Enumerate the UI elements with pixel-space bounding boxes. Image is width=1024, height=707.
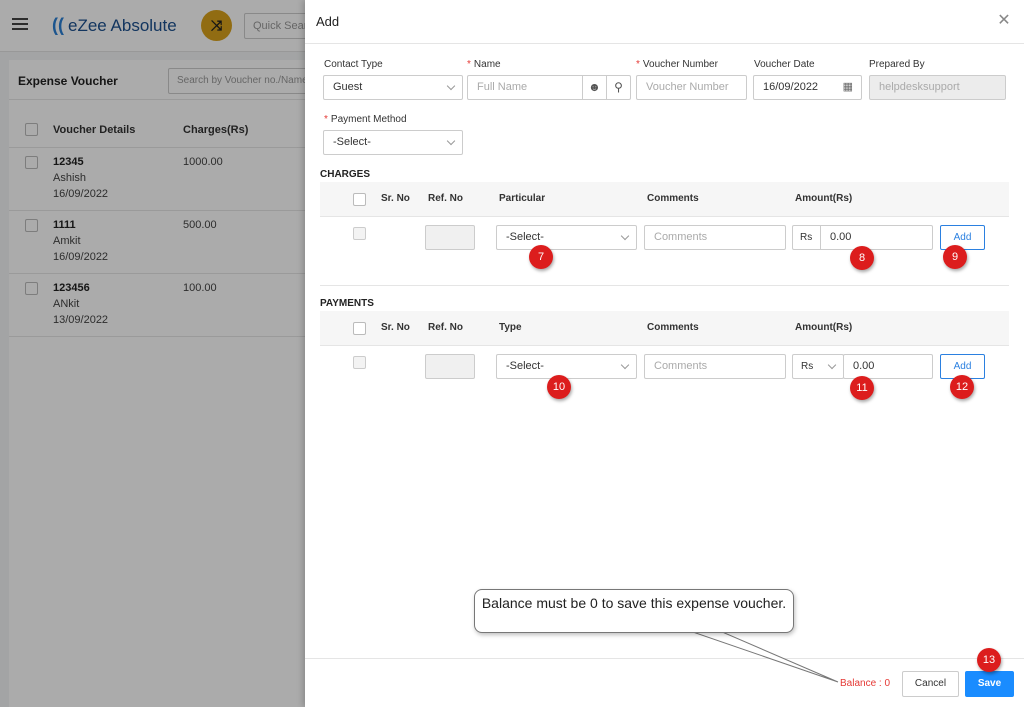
payments-select-all-checkbox[interactable] (353, 322, 366, 335)
charges-section-title: CHARGES (320, 169, 371, 180)
payment-row-checkbox[interactable] (353, 356, 366, 369)
balance-callout: Balance must be 0 to save this expense v… (474, 589, 794, 633)
voucher-number-input[interactable]: Voucher Number (636, 75, 747, 100)
voucher-number-label: * Voucher Number (636, 59, 718, 70)
column-header: Type (499, 322, 522, 333)
add-charge-button[interactable]: Add (940, 225, 985, 250)
charge-currency: Rs (792, 225, 821, 250)
charge-comments-input[interactable]: Comments (644, 225, 786, 250)
column-header: Sr. No (381, 193, 410, 204)
name-input[interactable]: Full Name ☻ ⚲ (467, 75, 631, 100)
user-icon[interactable]: ☻ (582, 76, 606, 99)
calendar-icon[interactable]: ▦ (843, 76, 853, 99)
payment-type-select[interactable]: -Select- (496, 354, 637, 379)
payment-ref-input (425, 354, 475, 379)
column-header: Sr. No (381, 322, 410, 333)
payments-section-title: PAYMENTS (320, 298, 374, 309)
contact-type-label: Contact Type (324, 59, 383, 70)
section-divider (320, 285, 1009, 286)
step-badge: 13 (977, 648, 1001, 672)
balance-text: Balance : 0 (840, 678, 891, 689)
chevron-down-icon (827, 360, 837, 370)
step-badge: 12 (950, 375, 974, 399)
charge-row-checkbox[interactable] (353, 227, 366, 240)
chevron-down-icon (620, 360, 630, 370)
payment-currency-select[interactable]: Rs (792, 354, 844, 379)
column-header: Amount(Rs) (795, 193, 853, 204)
close-icon[interactable]: ✕ (997, 13, 1011, 29)
charges-select-all-checkbox[interactable] (353, 193, 366, 206)
chevron-down-icon (620, 231, 630, 241)
drawer-footer: Balance : 0 Cancel Save (305, 658, 1024, 707)
charges-table-header: Sr. No Ref. No Particular Comments Amoun… (320, 182, 1009, 217)
step-badge: 8 (850, 246, 874, 270)
charge-amount-input[interactable]: 0.00 (820, 225, 933, 250)
chevron-down-icon (446, 81, 456, 91)
step-badge: 9 (943, 245, 967, 269)
voucher-date-input[interactable]: 16/09/2022 ▦ (753, 75, 862, 100)
drawer-header: Add ✕ (305, 0, 1024, 44)
drawer-title: Add (316, 14, 340, 29)
contact-type-select[interactable]: Guest (323, 75, 463, 100)
voucher-date-label: Voucher Date (754, 59, 815, 70)
payment-comments-input[interactable]: Comments (644, 354, 786, 379)
prepared-by-input: helpdesksupport (869, 75, 1006, 100)
payment-method-label: * Payment Method (324, 114, 407, 125)
column-header: Particular (499, 193, 546, 204)
step-badge: 7 (529, 245, 553, 269)
save-button[interactable]: Save (965, 671, 1014, 697)
payment-amount-input[interactable]: 0.00 (843, 354, 933, 379)
column-header: Ref. No (428, 322, 463, 333)
payment-method-select[interactable]: -Select- (323, 130, 463, 155)
chevron-down-icon (446, 136, 456, 146)
column-header: Comments (647, 322, 699, 333)
column-header: Ref. No (428, 193, 463, 204)
column-header: Comments (647, 193, 699, 204)
name-label: * Name (467, 59, 501, 70)
payments-table-header: Sr. No Ref. No Type Comments Amount(Rs) (320, 311, 1009, 346)
charge-particular-select[interactable]: -Select- (496, 225, 637, 250)
search-icon[interactable]: ⚲ (606, 76, 630, 99)
charge-ref-input (425, 225, 475, 250)
step-badge: 11 (850, 376, 874, 400)
prepared-by-label: Prepared By (869, 59, 925, 70)
step-badge: 10 (547, 375, 571, 399)
cancel-button[interactable]: Cancel (902, 671, 959, 697)
column-header: Amount(Rs) (795, 322, 853, 333)
